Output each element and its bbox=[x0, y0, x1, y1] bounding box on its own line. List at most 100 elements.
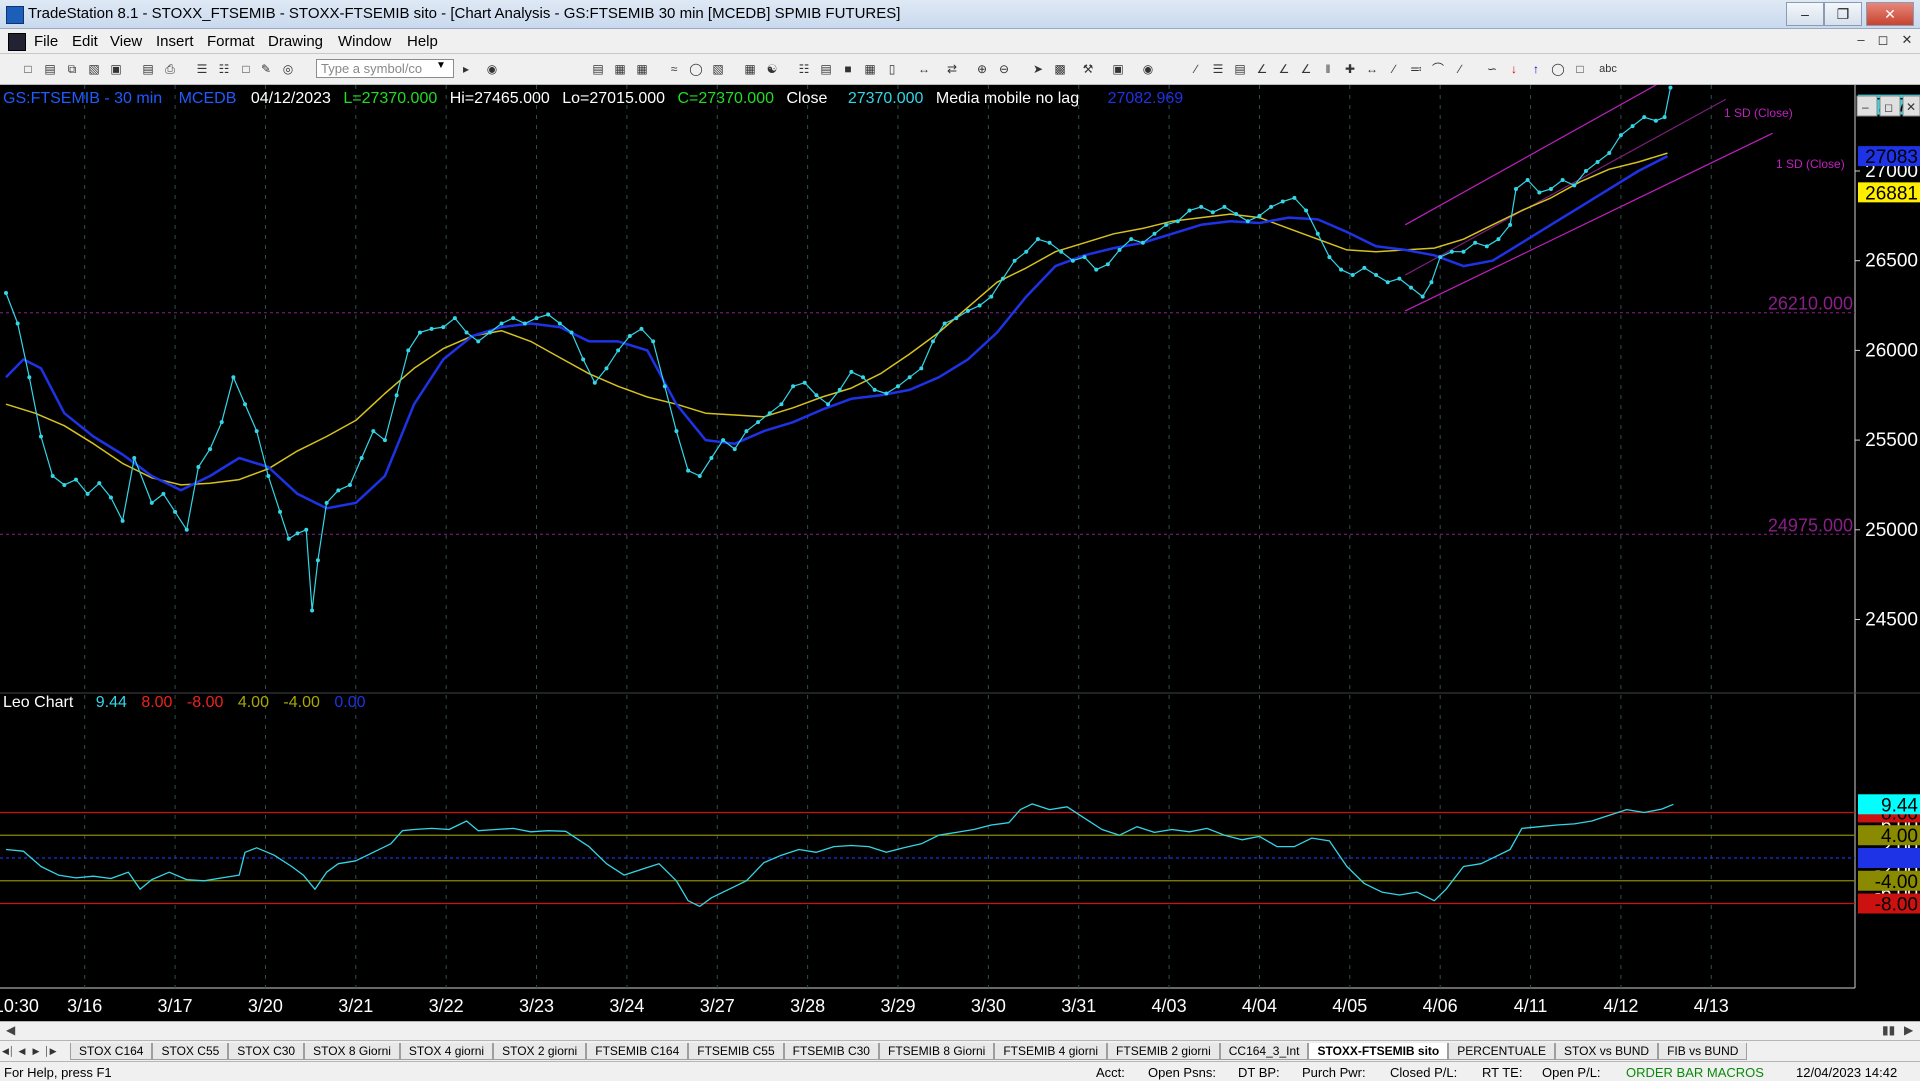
symbol-input[interactable]: Type a symbol/co bbox=[316, 59, 454, 78]
new-window-icon[interactable]: ▧ bbox=[86, 61, 102, 77]
tab-cc164-3-int[interactable]: CC164_3_Int bbox=[1219, 1043, 1309, 1060]
tab-stox-2-giorni[interactable]: STOX 2 giorni bbox=[493, 1043, 587, 1060]
price-line[interactable] bbox=[5, 87, 1672, 612]
chart-document-icon[interactable] bbox=[8, 33, 26, 51]
chart-analysis-window[interactable]: 10:30 3/16 3/17 3/20 3/21 3/22 3/23 3/24 3/27 3/2… bbox=[0, 68, 1920, 1021]
tab-ftsemib-4-giorni[interactable]: FTSEMIB 4 giorni bbox=[994, 1043, 1108, 1060]
tab-stox-vs-bund[interactable]: STOX vs BUND bbox=[1554, 1043, 1659, 1060]
menu-insert[interactable]: Insert bbox=[156, 33, 194, 50]
horizontal-arrow-icon[interactable]: ↔ bbox=[1364, 61, 1380, 77]
insert-analysis-icon[interactable]: ▣ bbox=[1110, 61, 1126, 77]
scroll-icon[interactable]: ⇄ bbox=[944, 61, 960, 77]
indicator-line[interactable] bbox=[5, 803, 1674, 908]
menu-help[interactable]: Help bbox=[407, 33, 438, 50]
chart-horizontal-scrollbar[interactable]: ◀ ▮▮ ▶ bbox=[0, 1021, 1920, 1040]
channel-mid-line[interactable] bbox=[1404, 98, 1727, 276]
menu-view[interactable]: View bbox=[110, 33, 142, 50]
mdi-restore-icon[interactable]: ◻ bbox=[1872, 32, 1894, 50]
open-icon[interactable]: ▤ bbox=[42, 61, 58, 77]
pointer-icon[interactable]: ➤ bbox=[1030, 61, 1046, 77]
pencil-icon[interactable]: ✎ bbox=[258, 61, 274, 77]
horizontal-lines-icon[interactable]: ☰ bbox=[1210, 61, 1226, 77]
print-icon[interactable]: ⎙ bbox=[162, 61, 178, 77]
print-preview-icon[interactable]: ▤ bbox=[140, 61, 156, 77]
trendline-icon[interactable]: ∕ bbox=[1188, 61, 1204, 77]
menu-drawing[interactable]: Drawing bbox=[268, 33, 323, 50]
arrow-up-icon[interactable]: ↑ bbox=[1528, 61, 1544, 77]
tab-fib-vs-bund[interactable]: FIB vs BUND bbox=[1658, 1043, 1748, 1060]
tab-stox-c30[interactable]: STOX C30 bbox=[228, 1043, 305, 1060]
tab-percentuale[interactable]: PERCENTUALE bbox=[1448, 1043, 1555, 1060]
pen-icon[interactable]: ∕ bbox=[1452, 61, 1468, 77]
tab-ftsemib-c164[interactable]: FTSEMIB C164 bbox=[586, 1043, 689, 1060]
data-window-icon[interactable]: ▩ bbox=[1052, 61, 1068, 77]
tab-next-icon[interactable]: ▶ bbox=[30, 1044, 42, 1058]
messages-icon[interactable]: ▯ bbox=[884, 61, 900, 77]
globe-icon[interactable]: ◎ bbox=[280, 61, 296, 77]
ma-blue-line[interactable] bbox=[5, 154, 1669, 510]
orders-icon[interactable]: ▦ bbox=[862, 61, 878, 77]
window-grid-icon[interactable]: ▦ bbox=[612, 61, 628, 77]
copy-icon[interactable]: ⧉ bbox=[64, 61, 80, 77]
mdi-close-icon[interactable]: ✕ bbox=[1896, 32, 1918, 50]
menu-window[interactable]: Window bbox=[338, 33, 391, 50]
chart-analysis-icon[interactable]: ≈ bbox=[666, 61, 682, 77]
window-layout-icon[interactable]: ▤ bbox=[590, 61, 606, 77]
tab-stox-c55[interactable]: STOX C55 bbox=[152, 1043, 229, 1060]
tab-ftsemib-8-giorni[interactable]: FTSEMIB 8 Giorni bbox=[878, 1043, 995, 1060]
strategy-icon[interactable]: ☯ bbox=[764, 61, 780, 77]
menu-format[interactable]: Format bbox=[207, 33, 255, 50]
ma-yellow-line[interactable] bbox=[5, 152, 1668, 486]
rectangle-icon[interactable]: □ bbox=[1572, 61, 1588, 77]
zoom-in-icon[interactable]: ⊕ bbox=[974, 61, 990, 77]
channel-lower-line[interactable] bbox=[1404, 132, 1773, 312]
scanner-icon[interactable]: ☷ bbox=[796, 61, 812, 77]
close-button[interactable]: ✕ bbox=[1866, 2, 1914, 26]
binoculars-icon[interactable]: ◉ bbox=[484, 61, 500, 77]
menu-file[interactable]: File bbox=[34, 33, 58, 50]
options-icon[interactable]: ▦ bbox=[742, 61, 758, 77]
fib-icon[interactable]: ▤ bbox=[1232, 61, 1248, 77]
save-icon[interactable]: ▣ bbox=[108, 61, 124, 77]
tab-ftsemib-c55[interactable]: FTSEMIB C55 bbox=[688, 1043, 784, 1060]
new-icon[interactable]: □ bbox=[20, 61, 36, 77]
andrews-icon[interactable]: ∠ bbox=[1276, 61, 1292, 77]
calculator-icon[interactable]: ▦ bbox=[634, 61, 650, 77]
channel-upper-line[interactable] bbox=[1404, 68, 1686, 226]
tab-last-icon[interactable]: │▶ bbox=[44, 1044, 57, 1058]
tab-stoxx-ftsemib-sito[interactable]: STOXX-FTSEMIB sito bbox=[1308, 1043, 1449, 1060]
tab-stox-4-giorni[interactable]: STOX 4 giorni bbox=[399, 1043, 494, 1060]
status-order-bar-macros[interactable]: ORDER BAR MACROS bbox=[1626, 1065, 1764, 1080]
mdi-minimize-icon[interactable]: ‒ bbox=[1850, 32, 1872, 50]
text-tool-icon[interactable]: abc bbox=[1596, 61, 1620, 77]
tab-ftsemib-c30[interactable]: FTSEMIB C30 bbox=[783, 1043, 879, 1060]
format-indicator-icon[interactable]: ☷ bbox=[216, 61, 232, 77]
bar-spacing-icon[interactable]: ↔ bbox=[916, 61, 932, 77]
scroll-left-icon[interactable]: ◀ bbox=[6, 1023, 15, 1037]
matrix-icon[interactable]: ▧ bbox=[710, 61, 726, 77]
scroll-thumb-icon[interactable]: ▮▮ bbox=[1882, 1023, 1895, 1037]
zoom-out-icon[interactable]: ⊖ bbox=[996, 61, 1012, 77]
cross-icon[interactable]: ✚ bbox=[1342, 61, 1358, 77]
alert-icon[interactable]: ■ bbox=[840, 61, 856, 77]
chart-canvas[interactable]: 10:30 3/16 3/17 3/20 3/21 3/22 3/23 3/24 3/27 3/2… bbox=[0, 68, 1920, 1021]
lock-icon[interactable]: □ bbox=[238, 61, 254, 77]
curve-icon[interactable]: ∽ bbox=[1484, 61, 1500, 77]
minimize-button[interactable]: ‒ bbox=[1786, 2, 1824, 26]
format-symbol-icon[interactable]: ☰ bbox=[194, 61, 210, 77]
news-icon[interactable]: ▤ bbox=[818, 61, 834, 77]
scroll-right-icon[interactable]: ▶ bbox=[1904, 1023, 1913, 1037]
channel-icon[interactable]: ∕ bbox=[1386, 61, 1402, 77]
expert-icon[interactable]: ◉ bbox=[1140, 61, 1156, 77]
tab-first-icon[interactable]: ◀│ bbox=[2, 1044, 15, 1058]
restore-button[interactable]: ❐ bbox=[1824, 2, 1862, 26]
tools-icon[interactable]: ⚒ bbox=[1080, 61, 1096, 77]
gann-icon[interactable]: ∠ bbox=[1254, 61, 1270, 77]
tab-prev-icon[interactable]: ◀ bbox=[16, 1044, 28, 1058]
tab-ftsemib-2-giorni[interactable]: FTSEMIB 2 giorni bbox=[1107, 1043, 1220, 1060]
arc-icon[interactable]: ⌒ bbox=[1430, 61, 1446, 77]
arrow-down-icon[interactable]: ↓ bbox=[1506, 61, 1522, 77]
fib-fan-icon[interactable]: ≕ bbox=[1408, 61, 1424, 77]
play-icon[interactable]: ▸ bbox=[458, 61, 474, 77]
radar-icon[interactable]: ◯ bbox=[688, 61, 704, 77]
